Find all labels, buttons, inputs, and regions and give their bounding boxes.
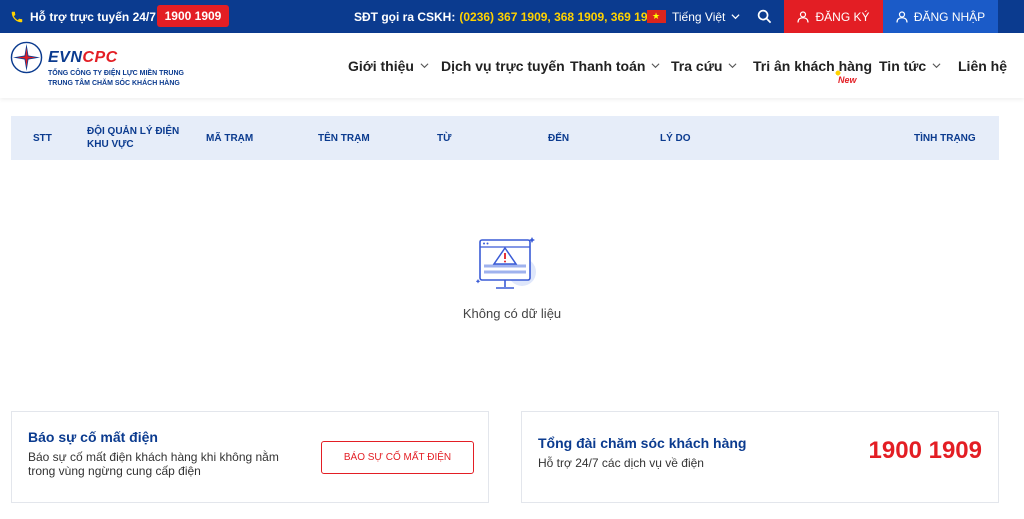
login-label: ĐĂNG NHẬP bbox=[913, 9, 986, 24]
user-icon bbox=[896, 10, 908, 23]
column-header-ly-do: LÝ DO bbox=[660, 132, 691, 144]
monitor-warning-icon bbox=[476, 237, 536, 289]
report-outage-description: Báo sự cố mất điện khách hàng khi không … bbox=[28, 450, 279, 478]
logo-subtitle-2: TRUNG TÂM CHĂM SÓC KHÁCH HÀNG bbox=[48, 80, 180, 87]
table-header: STT ĐỘI QUẢN LÝ ĐIỆN KHU VỰC MÃ TRẠM TÊN… bbox=[11, 116, 999, 160]
column-header-den: ĐẾN bbox=[548, 132, 570, 144]
logo-cpc: CPC bbox=[82, 49, 118, 66]
report-outage-title: Báo sự cố mất điện bbox=[28, 429, 158, 445]
search-icon[interactable] bbox=[757, 9, 772, 24]
column-header-tinh-trang: TÌNH TRẠNG bbox=[914, 132, 976, 144]
hotline-card-number[interactable]: 1900 1909 bbox=[869, 437, 982, 465]
nav-item-tra-cuu[interactable]: Tra cứu bbox=[671, 33, 737, 98]
column-header-ten-tram: TÊN TRẠM bbox=[318, 132, 370, 144]
chevron-down-icon bbox=[728, 63, 737, 69]
vietnam-flag-icon bbox=[647, 10, 666, 23]
phone-icon bbox=[11, 11, 23, 22]
nav-item-thanh-toan[interactable]: Thanh toán bbox=[570, 33, 660, 98]
chevron-down-icon bbox=[420, 63, 429, 69]
report-outage-button[interactable]: BÁO SỰ CỐ MẤT ĐIỆN bbox=[321, 441, 474, 474]
nav-label: Tri ân khách hàng bbox=[753, 57, 873, 74]
hotline-card: Tổng đài chăm sóc khách hàng Hỗ trợ 24/7… bbox=[521, 411, 999, 503]
nav-label: Tra cứu bbox=[671, 57, 723, 74]
chevron-down-icon bbox=[651, 63, 660, 69]
language-label: Tiếng Việt bbox=[672, 9, 726, 24]
column-header-doi-quan-ly: ĐỘI QUẢN LÝ ĐIỆN KHU VỰC bbox=[87, 126, 180, 150]
register-button[interactable]: ĐĂNG KÝ bbox=[784, 0, 883, 33]
hotline-card-description: Hỗ trợ 24/7 các dịch vụ về điện bbox=[538, 456, 704, 470]
login-button[interactable]: ĐĂNG NHẬP bbox=[883, 0, 998, 33]
logo-evn: EVN bbox=[48, 49, 83, 66]
nav-label: Tin tức bbox=[879, 57, 927, 74]
nav-item-tin-tuc[interactable]: Tin tức bbox=[879, 33, 941, 98]
top-bar: Hỗ trợ trực tuyến 24/7: 1900 1909 SĐT gọ… bbox=[0, 0, 1024, 33]
hotline-label: Hỗ trợ trực tuyến 24/7: bbox=[30, 9, 160, 24]
nav-label: Liên hệ bbox=[958, 57, 1008, 74]
empty-state-text: Không có dữ liệu bbox=[462, 306, 562, 321]
report-outage-card: Báo sự cố mất điện Báo sự cố mất điện kh… bbox=[11, 411, 489, 503]
logo-subtitle-1: TỔNG CÔNG TY ĐIỆN LỰC MIỀN TRUNG bbox=[48, 70, 184, 77]
column-header-ma-tram: MÃ TRẠM bbox=[206, 132, 254, 144]
nav-item-tri-an-khach-hang[interactable]: Tri ân khách hàng bbox=[753, 33, 872, 98]
language-selector[interactable]: Tiếng Việt bbox=[647, 0, 740, 33]
hotline-number[interactable]: 1900 1909 bbox=[157, 5, 229, 27]
nav-label: Thanh toán bbox=[570, 57, 646, 74]
nav-label: Dịch vụ trực tuyến bbox=[441, 57, 565, 74]
evn-logo-icon bbox=[10, 41, 43, 74]
nav-item-gioi-thieu[interactable]: Giới thiệu bbox=[348, 33, 429, 98]
cskh-info: SĐT gọi ra CSKH: (0236) 367 1909, 368 19… bbox=[354, 0, 661, 33]
hotline-card-title: Tổng đài chăm sóc khách hàng bbox=[538, 435, 747, 451]
logo-name: EVNCPC bbox=[48, 49, 118, 67]
cskh-label: SĐT gọi ra CSKH: bbox=[354, 9, 456, 24]
evncpc-logo[interactable]: EVNCPC TỔNG CÔNG TY ĐIỆN LỰC MIỀN TRUNG … bbox=[10, 39, 200, 91]
main-header: EVNCPC TỔNG CÔNG TY ĐIỆN LỰC MIỀN TRUNG … bbox=[0, 33, 1024, 98]
nav-item-lien-he[interactable]: Liên hệ bbox=[958, 33, 1007, 98]
cskh-numbers: (0236) 367 1909, 368 1909, 369 1909 bbox=[459, 9, 661, 24]
hotline-label-group: Hỗ trợ trực tuyến 24/7: bbox=[10, 0, 160, 33]
column-header-tu: TỪ bbox=[437, 132, 452, 144]
nav-label: Giới thiệu bbox=[348, 57, 414, 74]
register-label: ĐĂNG KÝ bbox=[815, 9, 870, 24]
column-header-stt: STT bbox=[33, 132, 52, 144]
new-badge: New bbox=[834, 69, 857, 85]
chevron-down-icon bbox=[731, 14, 740, 20]
nav-item-dich-vu-truc-tuyen[interactable]: Dịch vụ trực tuyến bbox=[441, 33, 565, 98]
user-icon bbox=[797, 10, 810, 23]
chevron-down-icon bbox=[932, 63, 941, 69]
